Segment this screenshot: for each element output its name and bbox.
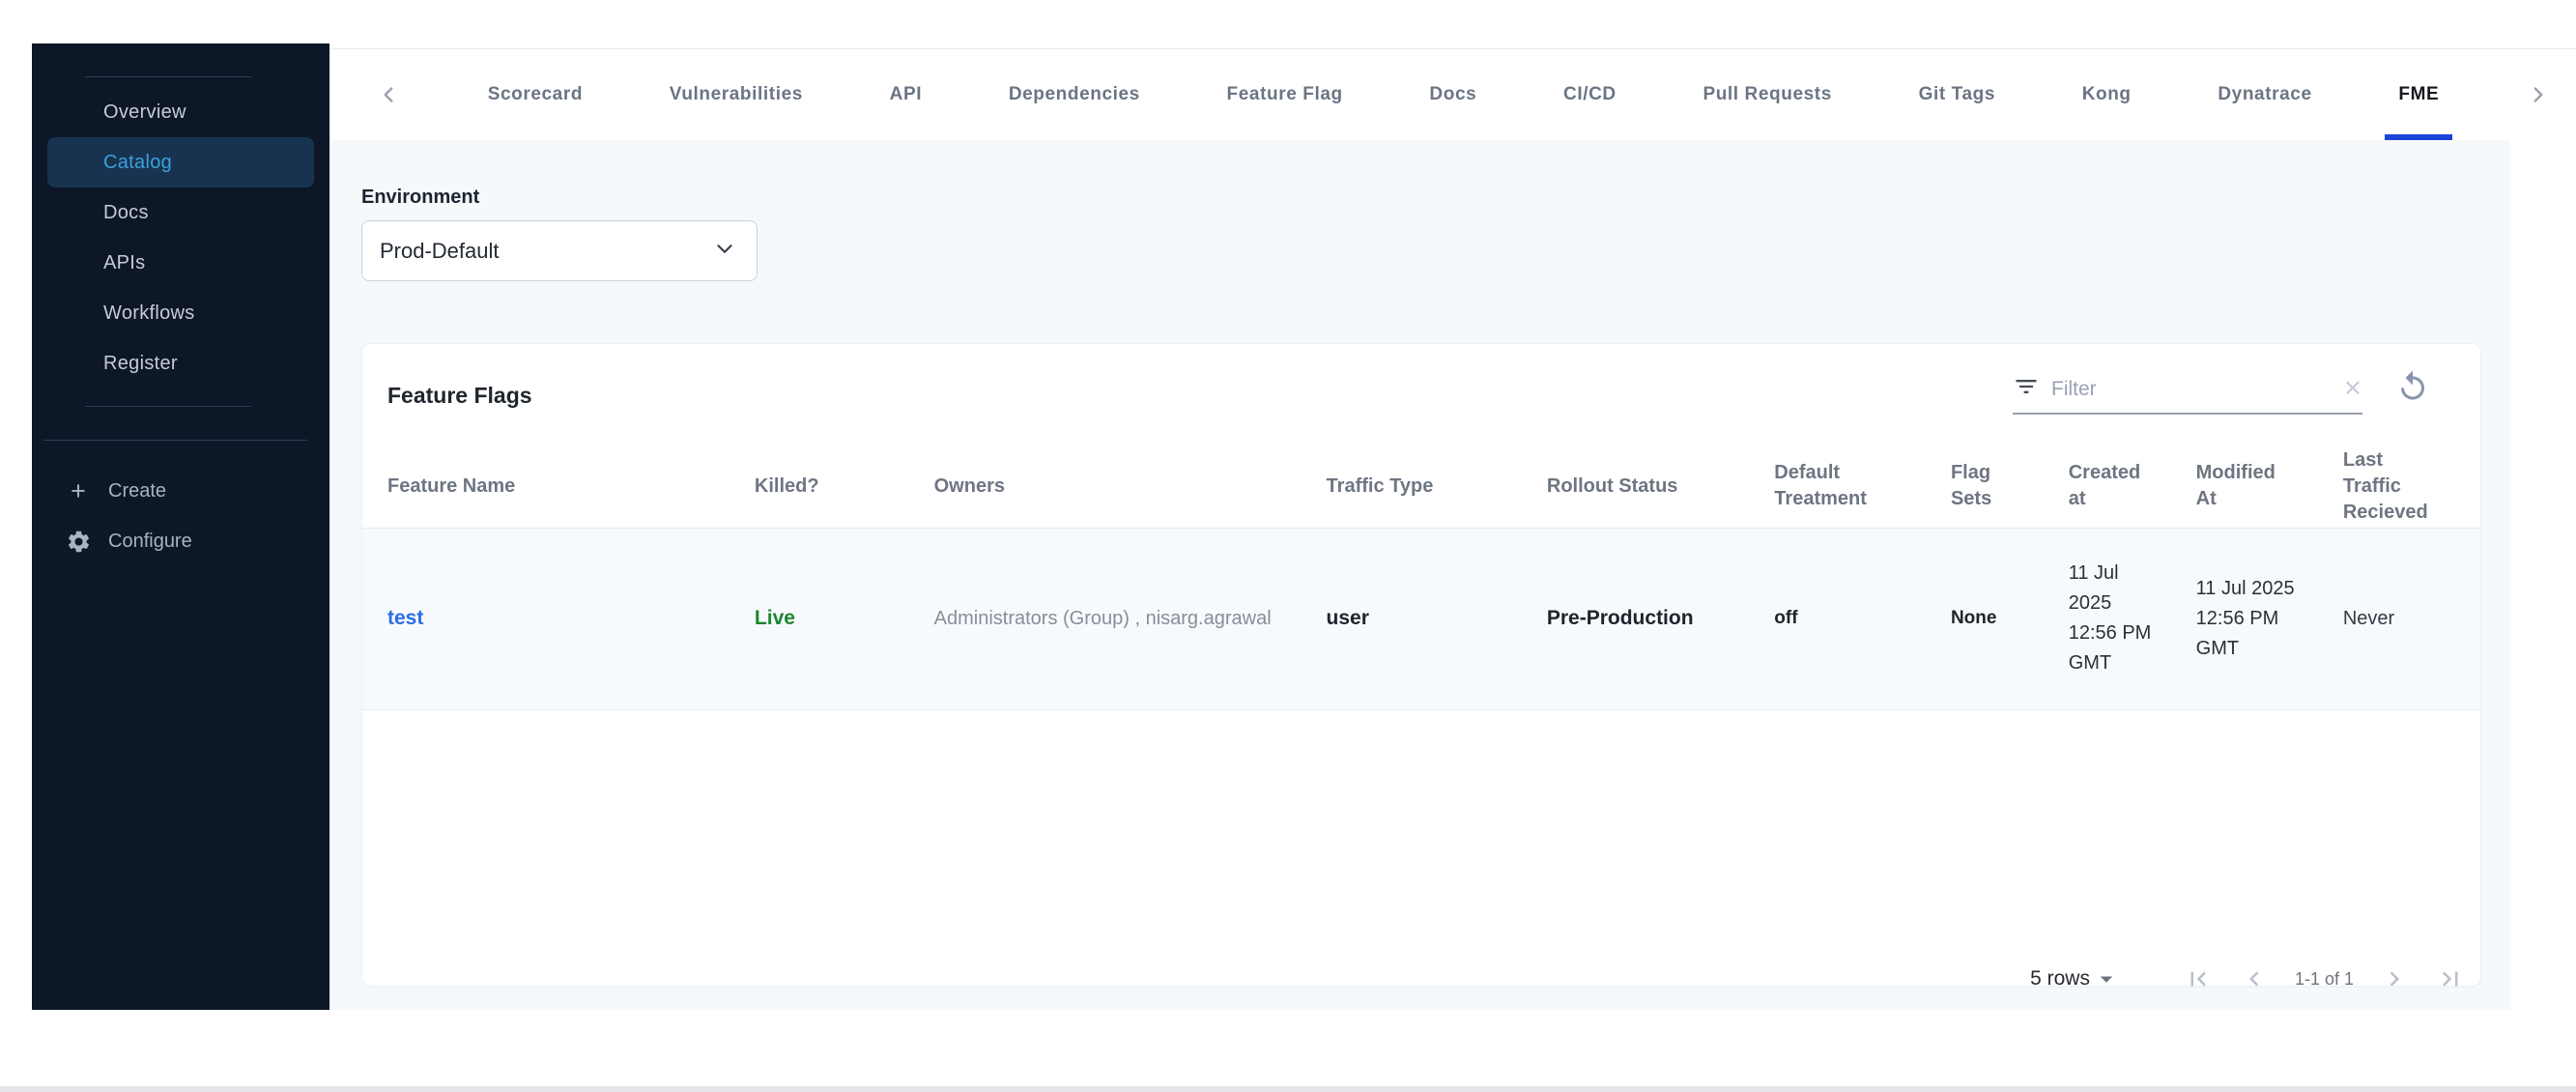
sidebar-action-label: Configure [108, 530, 192, 552]
table-cell: off [1774, 528, 1951, 710]
environment-selected-value: Prod-Default [380, 238, 500, 263]
plus-icon: + [64, 475, 93, 505]
chevron-down-icon [712, 236, 737, 266]
sidebar-actions: + Create Configure [32, 441, 329, 566]
filter-icon [2013, 373, 2040, 405]
table-cell: test [362, 528, 755, 710]
tabs-scroll-left-icon[interactable] [376, 82, 401, 107]
tab-vulnerabilities[interactable]: Vulnerabilities [670, 48, 803, 140]
sidebar-action-configure[interactable]: Configure [32, 516, 329, 566]
clear-filter-icon[interactable]: ✕ [2343, 377, 2362, 401]
gear-icon [64, 529, 93, 555]
feature-name-link[interactable]: test [387, 607, 423, 629]
sidebar-action-create[interactable]: + Create [32, 466, 329, 516]
sidebar-top-spacer [32, 43, 329, 76]
page-title: Feature Flags [387, 383, 532, 408]
tabs: Scorecard Vulnerabilities API Dependencies F… [376, 48, 2551, 140]
environment-select[interactable]: Prod-Default [361, 220, 758, 281]
cell-value: off [1774, 608, 1798, 629]
table-cell: Pre-Production [1546, 528, 1775, 710]
column-header: Feature Name [362, 445, 755, 529]
cell-value: Administrators (Group) , nisarg.agrawal [933, 607, 1272, 629]
table-cell: user [1326, 528, 1547, 710]
rows-per-page-value: 5 rows [2030, 967, 2090, 990]
next-page-icon[interactable] [2373, 958, 2416, 1000]
pagination: 5 rows 1-1 of 1 [2030, 956, 2472, 1002]
sidebar-spacer2 [32, 407, 329, 440]
filter-input[interactable] [2051, 377, 2332, 401]
tab-api[interactable]: API [890, 48, 922, 140]
plus-glyph: + [71, 475, 86, 505]
tab-docs[interactable]: Docs [1429, 48, 1476, 140]
table-cell: 11 Jul 2025 12:56 PM GMT [2068, 528, 2196, 710]
table-cell: Administrators (Group) , nisarg.agrawal [933, 528, 1327, 710]
table-cell: Live [754, 528, 934, 710]
table-header-row: Feature Name Killed? Owners Traffic Type Rol… [362, 445, 2480, 529]
cell-value: Live [754, 606, 795, 629]
content-area: Environment Prod-Default Feature Flags ✕ [329, 140, 2510, 1010]
sidebar-item-workflows[interactable]: Workflows [47, 288, 314, 338]
sidebar-item-register[interactable]: Register [47, 338, 314, 388]
cell-value: None [1950, 608, 1997, 629]
column-header: Flag Sets [1950, 445, 2069, 529]
previous-page-icon[interactable] [2233, 958, 2275, 1000]
cell-value: 11 Jul 2025 12:56 PM GMT [2195, 577, 2295, 659]
cell-value: user [1326, 606, 1369, 629]
column-header: Default Treatment [1774, 445, 1951, 529]
cell-value: 11 Jul 2025 12:56 PM GMT [2068, 562, 2152, 674]
table-cell: None [1950, 528, 2069, 710]
filter-field: ✕ [2013, 373, 2362, 415]
sidebar-action-label: Create [108, 479, 167, 502]
arrow-dropdown-icon [2100, 976, 2113, 983]
tab-dependencies[interactable]: Dependencies [1009, 48, 1140, 140]
environment-label: Environment [361, 187, 480, 208]
table-cell: Never [2342, 528, 2480, 710]
column-header: Last Traffic Recieved [2342, 445, 2480, 529]
column-header: Rollout Status [1546, 445, 1775, 529]
tab-fme[interactable]: FME [2385, 48, 2453, 140]
refresh-icon[interactable] [2395, 369, 2430, 409]
column-header: Modified At [2195, 445, 2343, 529]
table-row: test Live Administrators (Group) , nisarg.… [362, 528, 2480, 710]
feature-flags-table: Feature Name Killed? Owners Traffic Type Rol… [362, 445, 2480, 710]
column-header: Traffic Type [1326, 445, 1547, 529]
sidebar: Overview Catalog Docs APIs Workflows Register… [32, 43, 329, 1010]
table-cell: 11 Jul 2025 12:56 PM GMT [2195, 528, 2343, 710]
main-area: Scorecard Vulnerabilities API Dependencies F… [329, 0, 2576, 1092]
tab-git-tags[interactable]: Git Tags [1919, 48, 1995, 140]
tabs-scroll-right-icon[interactable] [2526, 82, 2551, 107]
sidebar-nav: Overview Catalog Docs APIs Workflows Register [32, 77, 329, 388]
column-header: Created at [2068, 445, 2196, 529]
first-page-icon[interactable] [2177, 958, 2219, 1000]
tab-scorecard[interactable]: Scorecard [488, 48, 583, 140]
tab-bar: Scorecard Vulnerabilities API Dependencies F… [329, 0, 2576, 140]
card-header: Feature Flags ✕ [362, 344, 2480, 445]
feature-flags-card: Feature Flags ✕ Feature NameKilled?Ow [361, 343, 2481, 987]
column-header: Owners [933, 445, 1327, 529]
tab-dynatrace[interactable]: Dynatrace [2218, 48, 2311, 140]
cell-value: Pre-Production [1546, 606, 1694, 629]
sidebar-item-docs[interactable]: Docs [47, 187, 314, 238]
sidebar-item-apis[interactable]: APIs [47, 238, 314, 288]
tab-feature-flag[interactable]: Feature Flag [1227, 48, 1343, 140]
rows-per-page-select[interactable]: 5 rows [2030, 964, 2121, 993]
cell-value: Never [2342, 607, 2395, 629]
sidebar-item-catalog[interactable]: Catalog [47, 137, 314, 187]
last-page-icon[interactable] [2429, 958, 2472, 1000]
page: Overview Catalog Docs APIs Workflows Register… [0, 0, 2576, 1092]
tab-kong[interactable]: Kong [2082, 48, 2132, 140]
pagination-range: 1-1 of 1 [2294, 968, 2354, 989]
tab-pull-requests[interactable]: Pull Requests [1703, 48, 1831, 140]
sidebar-item-overview[interactable]: Overview [47, 87, 314, 137]
bottom-strip [0, 1086, 2576, 1092]
column-header: Killed? [754, 445, 934, 529]
tab-ci-cd[interactable]: CI/CD [1563, 48, 1617, 140]
